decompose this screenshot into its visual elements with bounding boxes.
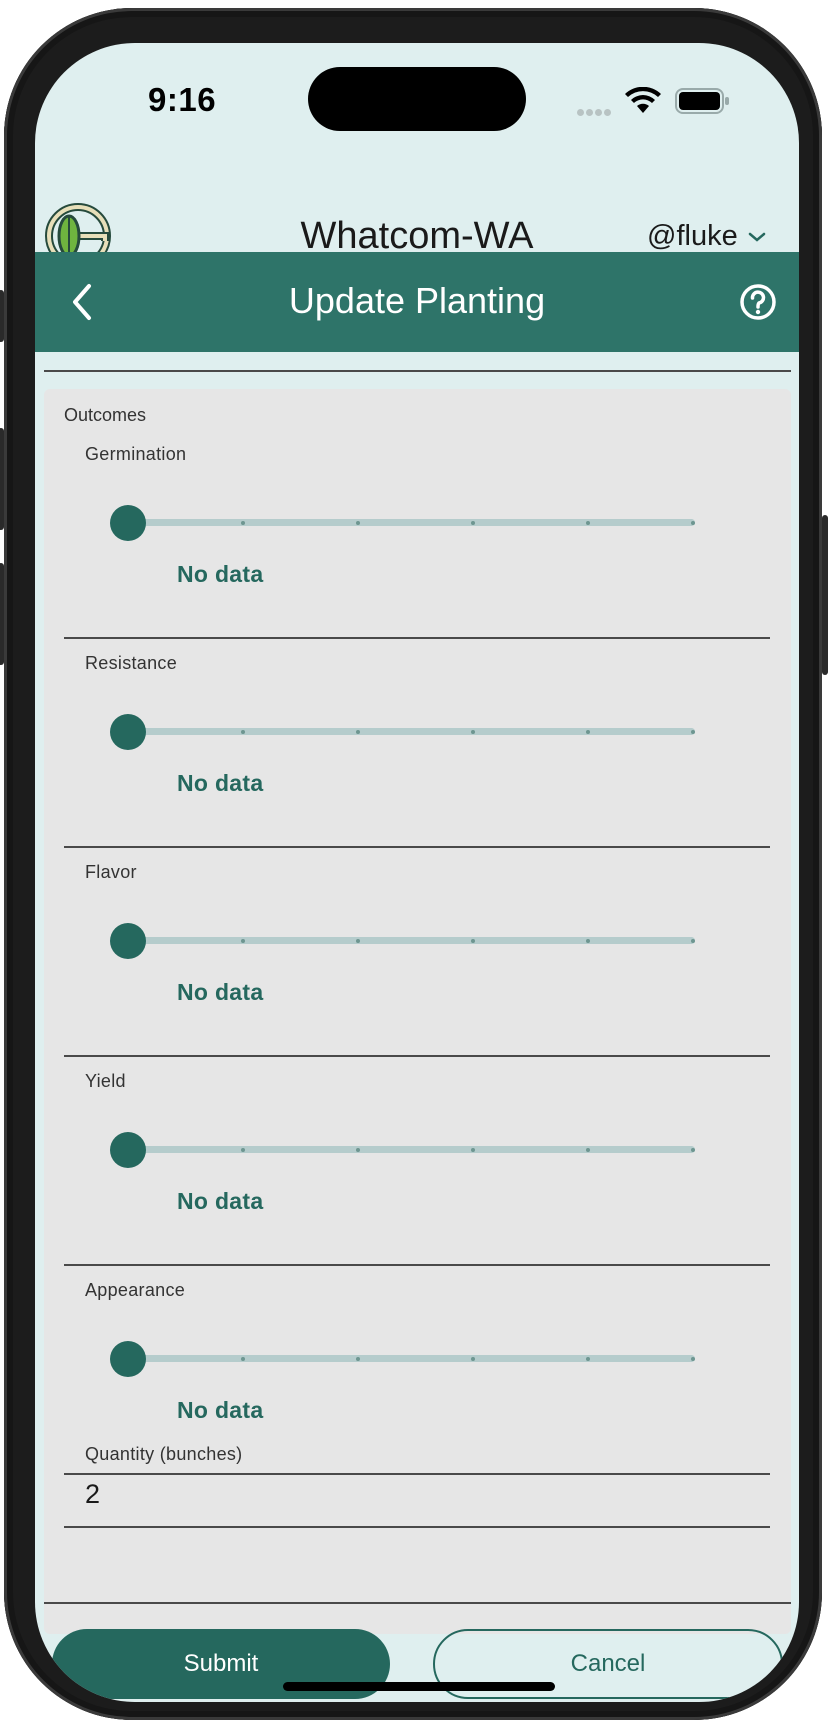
slider-tick [691,521,695,525]
yield-slider[interactable] [110,1123,702,1177]
field-value: No data [177,1397,264,1423]
battery-icon [675,87,731,120]
yield-field: Yield No data [64,1057,770,1266]
field-label: Germination [85,444,187,464]
slider-tick [356,521,360,525]
slider-tick [586,939,590,943]
germination-slider[interactable] [110,496,702,550]
slider-tick [471,1148,475,1152]
slider-tick [691,730,695,734]
germination-field: Germination No data [64,430,770,639]
flavor-field: Flavor No data [64,848,770,1057]
slider-track [128,1355,695,1362]
chevron-down-icon [748,232,765,242]
nav-bar: Update Planting [35,252,799,352]
volume-down-button [0,563,4,665]
field-label: Appearance [85,1280,186,1300]
slider-tick [356,939,360,943]
home-indicator [283,1682,555,1691]
quantity-input[interactable] [85,1474,745,1514]
slider-tick [691,1357,695,1361]
screen: 9:16 Whatcom-WA @fluke Update Planting O… [35,43,799,1702]
slider-tick [471,1357,475,1361]
slider-track [128,937,695,944]
quantity-field: Quantity (bunches) [64,1430,770,1528]
status-bar: 9:16 [35,43,799,163]
slider-track [128,1146,695,1153]
slider-thumb[interactable] [110,505,146,541]
slider-tick [586,521,590,525]
field-value: No data [177,561,264,587]
wifi-icon [625,86,661,120]
power-button [822,515,828,675]
bottom-divider [44,1602,791,1604]
slider-track [128,728,695,735]
flavor-slider[interactable] [110,914,702,968]
slider-thumb[interactable] [110,1132,146,1168]
slider-tick [241,939,245,943]
dynamic-island [308,67,526,131]
slider-tick [241,521,245,525]
phone-frame: 9:16 Whatcom-WA @fluke Update Planting O… [0,8,828,1720]
quantity-label: Quantity (bunches) [85,1444,243,1464]
slider-tick [356,1357,360,1361]
slider-tick [241,1148,245,1152]
field-label: Resistance [85,653,178,673]
field-value: No data [177,979,264,1005]
user-menu[interactable]: @fluke [647,220,766,253]
resistance-slider[interactable] [110,705,702,759]
page-title: Update Planting [288,280,546,321]
status-time: 9:16 [148,81,217,118]
slider-tick [241,730,245,734]
slider-thumb[interactable] [110,714,146,750]
signal-icon [577,103,613,121]
slider-tick [586,730,590,734]
slider-tick [586,1148,590,1152]
volume-up-button [0,428,4,530]
slider-thumb[interactable] [110,923,146,959]
slider-tick [356,1148,360,1152]
field-label: Flavor [85,862,137,882]
slider-tick [241,1357,245,1361]
slider-tick [471,939,475,943]
slider-thumb[interactable] [110,1341,146,1377]
field-divider [64,1526,770,1528]
slider-tick [471,521,475,525]
username: @fluke [647,220,738,252]
section-label: Outcomes [64,405,147,425]
slider-tick [586,1357,590,1361]
help-button[interactable] [738,282,778,327]
field-value: No data [177,770,264,796]
slider-track [128,519,695,526]
slider-tick [471,730,475,734]
slider-tick [356,730,360,734]
field-value: No data [177,1188,264,1214]
outcomes-panel: Outcomes Germination No data Resistance [44,389,791,1634]
appearance-slider[interactable] [110,1332,702,1386]
slider-tick [691,1148,695,1152]
slider-tick [691,939,695,943]
help-icon [740,284,776,320]
action-button [0,290,4,342]
top-divider [44,370,791,372]
resistance-field: Resistance No data [64,639,770,848]
field-label: Yield [85,1071,126,1091]
